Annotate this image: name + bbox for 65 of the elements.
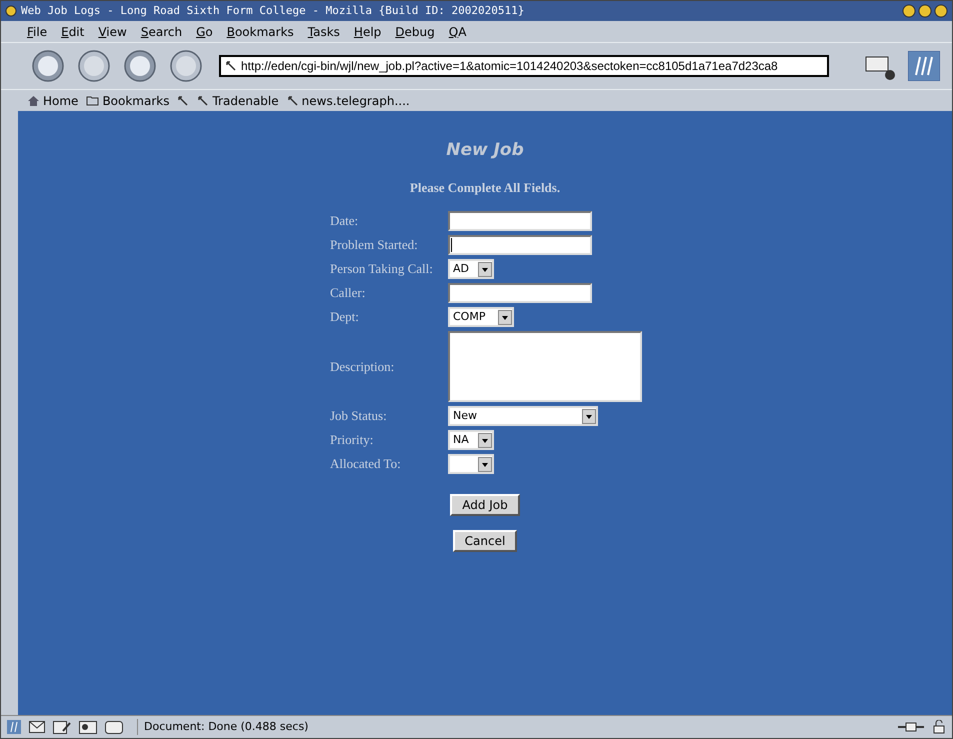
menu-item[interactable]: Go bbox=[196, 22, 213, 40]
caret-icon bbox=[478, 432, 492, 448]
description-textarea[interactable] bbox=[448, 331, 642, 402]
dropdown[interactable]: AD bbox=[448, 259, 494, 279]
url-field[interactable]: http://eden/cgi-bin/wjl/new_job.pl?active=1&atomic=1014240203&sectoken=cc8105d1a71ea7d23ca8 bbox=[219, 55, 829, 77]
dropdown[interactable]: COMP bbox=[448, 307, 514, 327]
padlock-icon bbox=[932, 720, 946, 734]
bookmark-icon bbox=[197, 94, 210, 106]
caret-icon bbox=[582, 408, 596, 424]
field-label: Person Taking Call: bbox=[330, 260, 434, 278]
text-field[interactable] bbox=[448, 283, 592, 303]
bookmark-link[interactable] bbox=[177, 94, 190, 106]
reload-button[interactable] bbox=[123, 49, 157, 83]
composer-icon[interactable] bbox=[53, 720, 71, 734]
menu-item[interactable]: File bbox=[27, 22, 48, 40]
page-subheading: Please Complete All Fields. bbox=[410, 178, 560, 197]
navigator-icon[interactable] bbox=[7, 720, 21, 734]
field-label: Allocated To: bbox=[330, 455, 402, 474]
window-menu-icon[interactable] bbox=[5, 5, 17, 17]
caret-icon bbox=[478, 456, 492, 472]
menu-item[interactable]: Tasks bbox=[308, 22, 340, 40]
dropdown[interactable] bbox=[448, 454, 494, 474]
menu-item[interactable]: View bbox=[98, 22, 127, 40]
menu-item[interactable]: QA bbox=[448, 22, 466, 40]
form-button[interactable]: Cancel bbox=[452, 530, 518, 552]
status-text: Document: Done (0.488 secs) bbox=[137, 718, 308, 736]
field-label: Job Status: bbox=[330, 407, 388, 426]
field-label: Priority: bbox=[330, 431, 374, 450]
form-button[interactable]: Add Job bbox=[450, 494, 520, 516]
dropdown[interactable]: New bbox=[448, 406, 598, 426]
menu-item[interactable]: Bookmarks bbox=[226, 22, 294, 40]
field-label: Description: bbox=[330, 358, 396, 376]
text-field[interactable] bbox=[448, 211, 592, 231]
text-cursor bbox=[451, 238, 452, 252]
field-label: Problem Started: bbox=[330, 236, 419, 254]
home-button[interactable]: Home bbox=[27, 92, 78, 110]
bookmark-icon bbox=[286, 94, 299, 106]
caret-icon bbox=[478, 262, 492, 276]
menu-item[interactable]: Edit bbox=[61, 22, 84, 40]
menu-item[interactable]: Debug bbox=[395, 22, 435, 40]
back-button[interactable] bbox=[31, 49, 65, 83]
window-title: Web Job Logs - Long Road Sixth Form College - Mozilla {Build ID: 2002020511} bbox=[21, 2, 524, 19]
stop-button[interactable] bbox=[169, 49, 203, 83]
page-heading: New Job bbox=[446, 139, 524, 162]
field-label: Dept: bbox=[330, 308, 360, 326]
connection-plug-icon bbox=[898, 721, 924, 733]
bookmark-link[interactable]: news.telegraph.... bbox=[286, 92, 410, 110]
caret-icon bbox=[498, 310, 512, 324]
text-field[interactable] bbox=[448, 235, 592, 255]
bookmark-icon bbox=[177, 94, 190, 106]
forward-button[interactable] bbox=[77, 49, 111, 83]
throbber-logo-icon bbox=[908, 51, 940, 81]
bookmark-link[interactable]: Tradenable bbox=[197, 92, 279, 110]
dropdown[interactable]: NA bbox=[448, 430, 494, 450]
field-label: Caller: bbox=[330, 284, 366, 302]
mail-icon[interactable] bbox=[29, 721, 45, 733]
folder-icon bbox=[86, 95, 100, 106]
link-icon bbox=[225, 60, 237, 72]
url-text: http://eden/cgi-bin/wjl/new_job.pl?active=1&atomic=1014240203&sectoken=cc8105d1a71ea7d23ca8 bbox=[241, 58, 778, 75]
field-label: Date: bbox=[330, 212, 360, 230]
menu-item[interactable]: Help bbox=[354, 22, 382, 40]
menu-item[interactable]: Search bbox=[140, 22, 182, 40]
house-icon bbox=[27, 94, 40, 106]
bookmarks-folder[interactable]: Bookmarks bbox=[86, 92, 170, 110]
window-controls-icon[interactable] bbox=[902, 4, 948, 18]
